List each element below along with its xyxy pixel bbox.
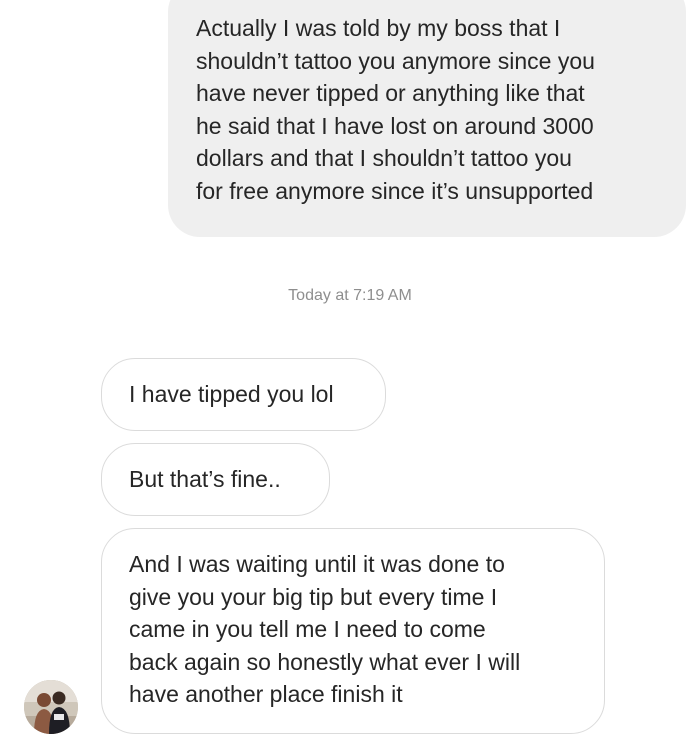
outgoing-message-bubble[interactable]: Actually I was told by my boss that I sh… [168, 0, 686, 237]
incoming-message-bubble[interactable]: And I was waiting until it was done to g… [101, 528, 605, 734]
message-text: And I was waiting until it was done to g… [129, 551, 521, 707]
profile-photo-icon [24, 680, 78, 734]
message-text: Actually I was told by my boss that I sh… [196, 15, 595, 204]
incoming-message-bubble[interactable]: But that’s fine.. [101, 443, 330, 516]
message-timestamp: Today at 7:19 AM [288, 287, 412, 304]
message-text: I have tipped you lol [129, 381, 334, 407]
incoming-message-bubble[interactable]: I have tipped you lol [101, 358, 386, 431]
message-thread: Actually I was told by my boss that I sh… [0, 0, 700, 744]
avatar[interactable] [24, 680, 78, 734]
message-text: But that’s fine.. [129, 466, 281, 492]
